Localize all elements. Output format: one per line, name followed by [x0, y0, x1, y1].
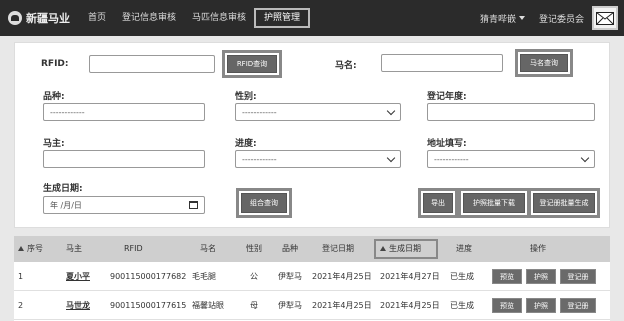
nav-registration-review[interactable]: 登记信息审核: [114, 8, 184, 28]
nav-passport-management[interactable]: 护照管理: [254, 8, 311, 28]
cell-horse-name: 福馨站眼: [192, 301, 224, 310]
cell-reg-date: 2021年4月25日: [312, 272, 372, 281]
cell-gen-date: 2021年4月27日: [380, 272, 440, 281]
cell-index: 2: [18, 301, 24, 310]
col-owner: 马主: [66, 244, 82, 253]
col-index[interactable]: 序号: [18, 236, 43, 262]
user-menu[interactable]: 猜青哔嵌: [480, 12, 525, 25]
cert-batch-generate-button[interactable]: 登记册批量生成: [528, 188, 600, 218]
chevron-down-icon: [580, 153, 590, 162]
cert-button[interactable]: 登记册: [560, 269, 596, 284]
col-progress: 进度: [456, 244, 472, 253]
horse-logo-icon: [8, 11, 22, 25]
birth-date-input[interactable]: 年 /月/日: [43, 196, 205, 214]
col-reg-date: 登记日期: [322, 244, 354, 253]
cell-rfid: 900115000177615: [110, 301, 187, 310]
gender-select-value: ------------: [242, 107, 277, 117]
top-navbar: 新疆马业 首页 登记信息审核 马匹信息审核 护照管理 猜青哔嵌 登记委员会: [0, 0, 624, 36]
passport-button[interactable]: 护照: [526, 269, 556, 284]
mail-button[interactable]: [592, 6, 618, 30]
sort-icon: [18, 246, 24, 251]
mail-icon: [596, 11, 614, 25]
export-button[interactable]: 导出: [418, 188, 458, 218]
gender-label: 性别:: [235, 92, 257, 102]
preview-button[interactable]: 预览: [492, 269, 522, 284]
progress-select-value: ------------: [242, 154, 277, 164]
passport-batch-download-button[interactable]: 护照批量下载: [458, 188, 530, 218]
horse-name-input[interactable]: [381, 54, 503, 72]
nav-home[interactable]: 首页: [80, 8, 114, 28]
table-header: 序号 马主 RFID 马名 性别 品种 登记日期 生成日期 进度 操作: [14, 236, 610, 262]
logo-text: 新疆马业: [26, 12, 70, 25]
rfid-input[interactable]: [89, 55, 215, 73]
rfid-query-button[interactable]: RFID查询: [222, 50, 282, 78]
passport-table: 序号 马主 RFID 马名 性别 品种 登记日期 生成日期 进度 操作 1 夏小…: [14, 236, 610, 321]
region-select-value: ------------: [434, 154, 469, 164]
calendar-icon[interactable]: [189, 201, 198, 209]
passport-button[interactable]: 护照: [526, 298, 556, 313]
reg-year-label: 登记年度:: [427, 92, 467, 102]
cell-breed: 伊犁马: [278, 301, 302, 310]
main-nav: 首页 登记信息审核 马匹信息审核 护照管理: [80, 0, 311, 36]
table-row: 1 夏小平 900115000177682 毛毛腿 公 伊犁马 2021年4月2…: [14, 262, 610, 291]
progress-label: 进度:: [235, 139, 257, 149]
region-label: 地址填写:: [427, 139, 467, 149]
table-row: 2 马世龙 900115000177615 福馨站眼 母 伊犁马 2021年4月…: [14, 291, 610, 320]
cell-owner[interactable]: 夏小平: [66, 262, 90, 291]
cell-rfid: 900115000177682: [110, 272, 187, 281]
breed-label: 品种:: [43, 92, 65, 102]
cell-progress: 已生成: [450, 301, 474, 310]
cert-button[interactable]: 登记册: [560, 298, 596, 313]
preview-button[interactable]: 预览: [492, 298, 522, 313]
cell-reg-date: 2021年4月25日: [312, 301, 372, 310]
progress-select[interactable]: ------------: [235, 150, 401, 168]
sort-icon: [380, 246, 386, 251]
chevron-down-icon: [518, 16, 525, 20]
col-breed: 品种: [282, 244, 298, 253]
col-actions: 操作: [530, 244, 546, 253]
breed-select[interactable]: ------------: [43, 103, 205, 121]
region-select[interactable]: ------------: [427, 150, 595, 168]
horse-name-query-button[interactable]: 马名查询: [515, 49, 573, 77]
cell-progress: 已生成: [450, 272, 474, 281]
cell-gen-date: 2021年4月25日: [380, 301, 440, 310]
gender-select[interactable]: ------------: [235, 103, 401, 121]
reg-year-input[interactable]: [427, 103, 595, 121]
cell-gender: 母: [250, 301, 258, 310]
nav-horse-review[interactable]: 马匹信息审核: [184, 8, 254, 28]
col-gen-date[interactable]: 生成日期: [380, 236, 421, 262]
rfid-label: RFID:: [41, 59, 69, 69]
date-placeholder: 年 /月/日: [50, 200, 82, 210]
owner-label: 马主:: [43, 139, 65, 149]
chevron-down-icon: [386, 106, 396, 115]
col-gender: 性别: [246, 244, 262, 253]
cell-owner[interactable]: 马世龙: [66, 291, 90, 320]
search-panel: RFID: RFID查询 马名: 马名查询 品种: ------------ 性…: [14, 42, 610, 228]
chevron-down-icon: [386, 153, 396, 162]
cell-horse-name: 毛毛腿: [192, 272, 216, 281]
cell-index: 1: [18, 272, 24, 281]
cell-gender: 公: [250, 272, 258, 281]
col-horse-name: 马名: [200, 244, 216, 253]
horse-name-label: 马名:: [335, 61, 357, 71]
breed-select-value: ------------: [50, 107, 85, 117]
birth-date-label: 生成日期:: [43, 184, 83, 194]
cell-breed: 伊犁马: [278, 272, 302, 281]
org-name[interactable]: 登记委员会: [539, 12, 584, 25]
combo-query-button[interactable]: 组合查询: [236, 188, 292, 218]
app-logo[interactable]: 新疆马业: [8, 10, 80, 26]
user-name: 猜青哔嵌: [479, 14, 516, 25]
owner-input[interactable]: [43, 150, 205, 168]
col-rfid: RFID: [124, 244, 143, 253]
